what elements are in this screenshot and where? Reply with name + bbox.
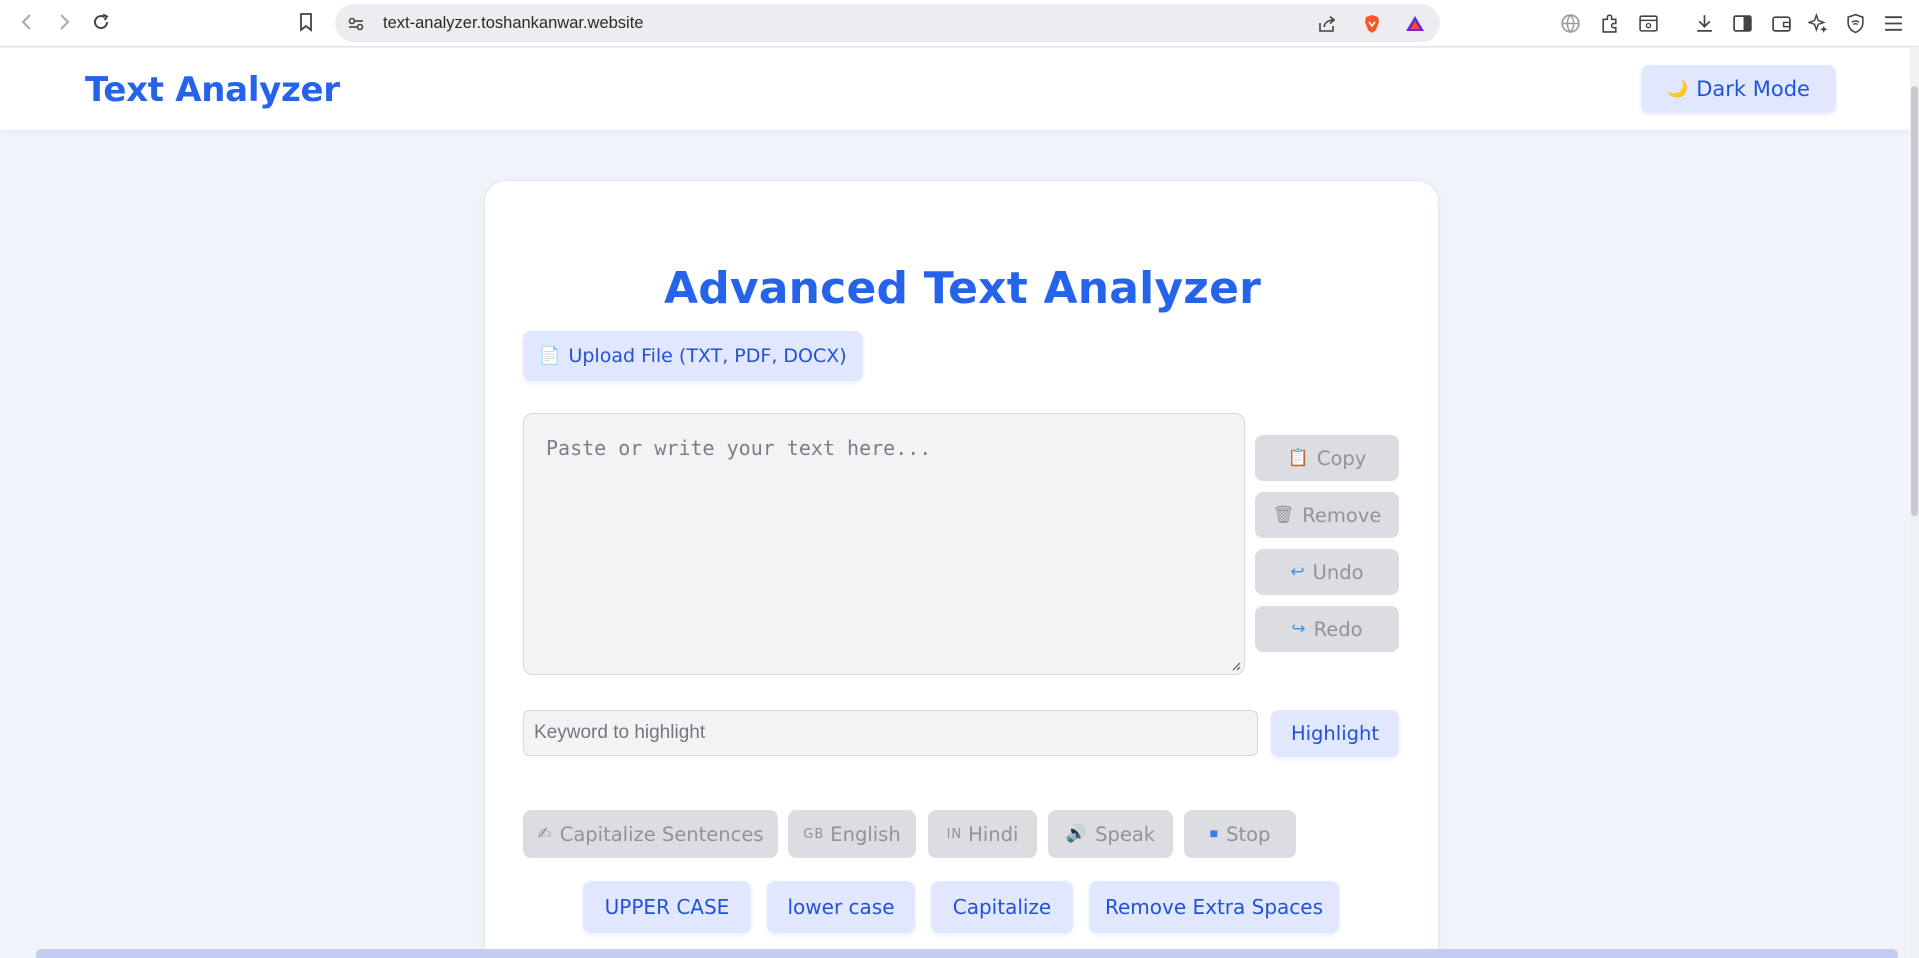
bookmark-icon[interactable] — [293, 9, 319, 35]
dark-mode-label: Dark Mode — [1696, 77, 1810, 101]
upload-file-label: Upload File (TXT, PDF, DOCX) — [568, 345, 847, 367]
share-icon[interactable] — [1316, 13, 1338, 35]
capitalize-sentences-label: Capitalize Sentences — [559, 822, 764, 846]
forward-icon[interactable] — [51, 9, 77, 35]
redo-button[interactable]: ↪ Redo — [1255, 606, 1399, 652]
capitalize-sentences-button[interactable]: ✍ Capitalize Sentences — [523, 810, 778, 858]
remove-label: Remove — [1302, 503, 1382, 527]
speaker-icon: 🔊 — [1065, 823, 1088, 844]
site-settings-icon[interactable] — [345, 13, 367, 35]
reload-icon[interactable] — [88, 9, 114, 35]
site-logo[interactable]: Text Analyzer — [85, 70, 340, 110]
uppercase-button[interactable]: UPPER CASE — [583, 881, 751, 933]
english-label: English — [830, 822, 901, 846]
reader-mode-icon[interactable] — [1636, 11, 1660, 35]
capitalize-button[interactable]: Capitalize — [931, 881, 1073, 933]
keyword-placeholder: Keyword to highlight — [534, 722, 706, 743]
page-title: Advanced Text Analyzer — [663, 263, 1262, 314]
in-flag-icon: IN — [946, 826, 963, 842]
upload-file-button[interactable]: 📄 Upload File (TXT, PDF, DOCX) — [523, 331, 863, 381]
gb-flag-icon: GB — [803, 826, 825, 842]
file-icon: 📄 — [539, 345, 561, 366]
english-voice-button[interactable]: GB English — [788, 810, 916, 858]
downloads-icon[interactable] — [1692, 11, 1716, 35]
redo-icon: ↪ — [1291, 618, 1306, 639]
site-header: Text Analyzer 🌙 Dark Mode — [0, 48, 1910, 130]
bottom-scroll-edge — [36, 949, 1898, 958]
undo-icon: ↩ — [1290, 561, 1305, 582]
translate-icon[interactable] — [1558, 11, 1582, 35]
remove-button[interactable]: 🗑 Remove — [1255, 492, 1399, 538]
hindi-voice-button[interactable]: IN Hindi — [928, 810, 1037, 858]
copy-button[interactable]: 📋 Copy — [1255, 435, 1399, 481]
moon-icon: 🌙 — [1667, 78, 1689, 99]
stop-icon: ⏹ — [1209, 823, 1219, 844]
leo-ai-icon[interactable] — [1806, 11, 1830, 35]
hindi-label: Hindi — [968, 822, 1019, 846]
text-input-placeholder: Paste or write your text here... — [546, 436, 932, 460]
stop-label: Stop — [1226, 822, 1271, 846]
dark-mode-button[interactable]: 🌙 Dark Mode — [1641, 65, 1836, 113]
address-bar[interactable]: text-analyzer.toshankanwar.website — [335, 4, 1440, 42]
url-text[interactable]: text-analyzer.toshankanwar.website — [383, 14, 643, 33]
copy-label: Copy — [1316, 446, 1367, 470]
back-icon[interactable] — [14, 9, 40, 35]
remove-extra-spaces-button[interactable]: Remove Extra Spaces — [1089, 881, 1339, 933]
page-scrollbar-thumb[interactable] — [1911, 86, 1918, 516]
brave-shields-icon[interactable] — [1361, 13, 1383, 35]
analyzer-card: Advanced Text Analyzer 📄 Upload File (TX… — [484, 180, 1439, 958]
speak-button[interactable]: 🔊 Speak — [1048, 810, 1173, 858]
stop-button[interactable]: ⏹ Stop — [1184, 810, 1296, 858]
menu-icon[interactable] — [1881, 11, 1905, 35]
trash-icon: 🗑 — [1272, 504, 1295, 525]
speak-label: Speak — [1095, 822, 1156, 846]
redo-label: Redo — [1313, 617, 1363, 641]
undo-button[interactable]: ↩ Undo — [1255, 549, 1399, 595]
clipboard-icon: 📋 — [1287, 447, 1309, 468]
extensions-icon[interactable] — [1597, 11, 1621, 35]
sidebar-icon[interactable] — [1730, 11, 1754, 35]
undo-label: Undo — [1312, 560, 1364, 584]
lowercase-button[interactable]: lower case — [767, 881, 915, 933]
writing-hand-icon: ✍ — [537, 823, 552, 844]
wallet-icon[interactable] — [1769, 11, 1793, 35]
browser-toolbar: text-analyzer.toshankanwar.website — [0, 0, 1919, 47]
brave-rewards-icon[interactable] — [1404, 13, 1426, 35]
keyword-input[interactable]: Keyword to highlight — [523, 710, 1258, 756]
resize-handle-icon[interactable] — [1231, 661, 1241, 671]
highlight-button[interactable]: Highlight — [1271, 710, 1399, 757]
vpn-icon[interactable] — [1843, 11, 1867, 35]
text-input-area[interactable]: Paste or write your text here... — [523, 413, 1245, 675]
